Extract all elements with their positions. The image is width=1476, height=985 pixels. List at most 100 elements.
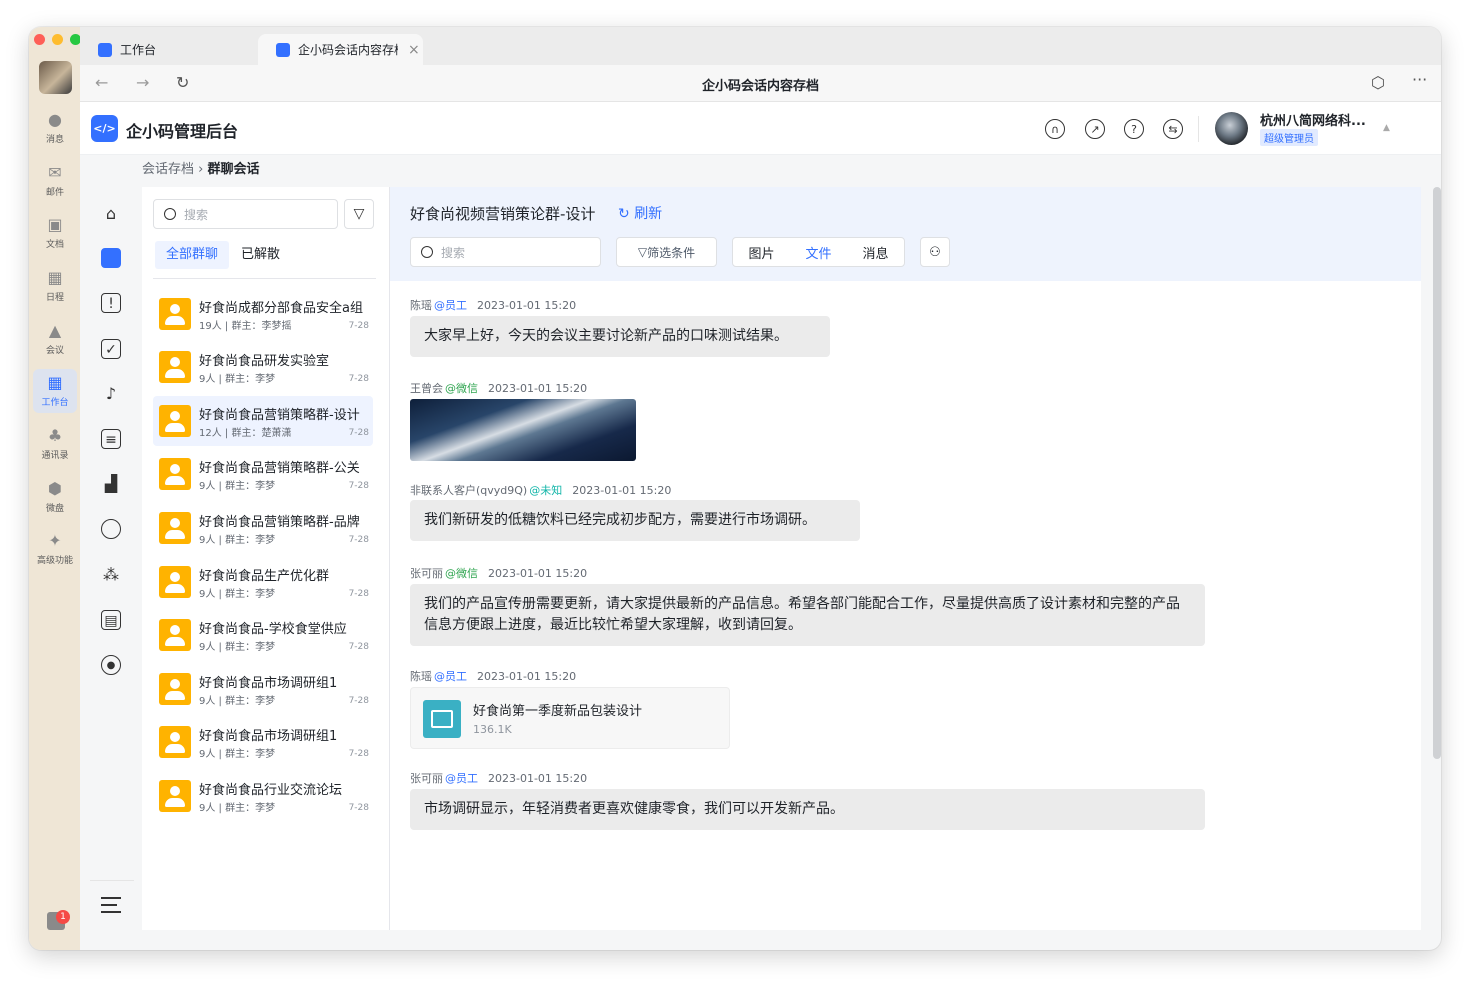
settings-hex-icon[interactable]: ⬡ <box>1371 73 1385 92</box>
rail-divider <box>90 880 134 881</box>
contacts-icon: ♣ <box>47 426 63 445</box>
search-icon <box>421 246 433 258</box>
window-title: 企小码会话内容存档 <box>701 79 819 94</box>
group-list-panel: 搜索 ▽ 全部群聊 已解散 好食尚成都分部食品安全a组 19人 | 群主：李梦摇 7… <box>142 187 390 930</box>
tab-all-groups[interactable]: 全部群聊 <box>155 241 230 269</box>
left-rail: ● 消息 ✉ 邮件 ▣ 文档 ▦ 日程 ▲ 会议 ▦ 工作台 ♣ 通讯录 ⬢ 微盘 ✦ 高级功能 … <box>29 27 81 950</box>
group-avatar-icon <box>159 566 191 598</box>
building-icon[interactable]: ⌂ <box>101 204 121 224</box>
book-icon[interactable]: ! <box>101 293 121 313</box>
file-lock-icon[interactable]: ▤ <box>101 610 121 630</box>
group-avatar-icon <box>159 405 191 437</box>
group-list-item-selected[interactable]: 好食尚食品营销策略群-设计 12人 | 群主：楚萧潇 7-28 <box>153 396 373 446</box>
group-list-item[interactable]: 好食尚食品行业交流论坛 9人 | 群主：李梦 7-28 <box>153 771 373 821</box>
filter-conditions-button[interactable]: ▽ 筛选条件 <box>616 237 717 267</box>
header-divider <box>1198 116 1199 142</box>
nav-item-contacts[interactable]: ♣ 通讯录 <box>33 422 77 466</box>
group-avatar-icon <box>159 351 191 383</box>
group-avatar-icon <box>159 512 191 544</box>
filter-button[interactable]: ▽ <box>344 199 374 229</box>
close-window-button[interactable] <box>34 34 45 45</box>
refresh-icon: ↻ <box>618 206 635 222</box>
group-search-input[interactable]: 搜索 <box>153 199 338 229</box>
star-icon: ✦ <box>48 531 62 550</box>
nav-item-mail[interactable]: ✉ 邮件 <box>33 159 77 203</box>
group-list-item[interactable]: 好食尚成都分部食品安全a组 19人 | 群主：李梦摇 7-28 <box>153 289 373 339</box>
user-role-badge: 超级管理员 <box>1260 129 1318 146</box>
users-icon: ⚇ <box>929 244 941 260</box>
group-avatar-icon <box>159 458 191 490</box>
file-message-card[interactable]: 好食尚第一季度新品包装设计 136.1K <box>410 687 730 749</box>
funnel-icon: ▽ <box>353 206 365 222</box>
group-list-item[interactable]: 好食尚食品市场调研组1 9人 | 群主：李梦 7-28 <box>153 664 373 714</box>
chat-panel: 好食尚视频营销策论群-设计 ↻ 刷新 搜索 ▽ 筛选条件 图片 文件 消息 ⚇ … <box>390 187 1421 930</box>
breadcrumb: 会话存档 › 群聊会话 <box>142 155 260 185</box>
group-list-item[interactable]: 好食尚食品营销策略群-品牌 9人 | 群主：李梦 7-28 <box>153 503 373 553</box>
group-list-item[interactable]: 好食尚食品-学校食堂供应 9人 | 群主：李梦 7-28 <box>153 610 373 660</box>
funnel-icon: ▽ <box>637 245 648 259</box>
app-icon <box>276 42 290 57</box>
image-message[interactable] <box>410 399 636 461</box>
members-button[interactable]: ⚇ <box>920 237 950 267</box>
segment-messages[interactable]: 消息 <box>862 243 888 262</box>
chat-bubble-icon[interactable] <box>101 519 121 539</box>
more-icon[interactable]: ··· <box>1412 70 1427 89</box>
switch-icon[interactable]: ⇆ <box>1163 119 1183 139</box>
minimize-window-button[interactable] <box>52 34 63 45</box>
app-header: </> 企小码管理后台 ∩ ↗ ? ⇆ 杭州八简网络科... 超级管理员 ▲ <box>80 102 1441 155</box>
list-divider <box>153 278 376 279</box>
message-meta: 王曾会 @微信 2023-01-01 15:20 <box>410 382 588 395</box>
collapse-menu-icon[interactable] <box>101 897 121 913</box>
message-bubble: 市场调研显示，年轻消费者更喜欢健康零食，我们可以开发新产品。 <box>410 789 1205 830</box>
stats-icon[interactable]: ▟ <box>101 474 121 494</box>
tab-dissolved[interactable]: 已解散 <box>230 241 291 269</box>
nav-item-docs[interactable]: ▣ 文档 <box>33 211 77 255</box>
nav-item-calendar[interactable]: ▦ 日程 <box>33 264 77 308</box>
message-meta: 陈瑶 @员工 2023-01-01 15:20 <box>410 299 577 312</box>
notification-badge: 1 <box>56 910 70 924</box>
segment-images[interactable]: 图片 <box>748 243 774 262</box>
nav-item-workbench[interactable]: ▦ 工作台 <box>33 369 77 413</box>
user-name: 杭州八简网络科... <box>1260 114 1366 129</box>
grid-icon: ▦ <box>47 373 63 392</box>
tab-archive[interactable]: 企小码会话内容存档 × <box>258 34 423 65</box>
breadcrumb-root[interactable]: 会话存档 <box>142 162 194 177</box>
user-avatar[interactable] <box>1215 112 1248 145</box>
tab-workbench[interactable]: 工作台 <box>80 34 258 65</box>
nav-item-drive[interactable]: ⬢ 微盘 <box>33 475 77 519</box>
shield-check-icon[interactable]: ✓ <box>101 339 121 359</box>
report-icon[interactable]: ≡ <box>101 429 121 449</box>
group-avatar-icon <box>159 726 191 758</box>
org-tree-icon[interactable]: ⁂ <box>101 565 121 585</box>
app-window: ● 消息 ✉ 邮件 ▣ 文档 ▦ 日程 ▲ 会议 ▦ 工作台 ♣ 通讯录 ⬢ 微盘 ✦ 高级功能 … <box>29 27 1441 950</box>
meeting-icon: ▲ <box>48 321 62 340</box>
doc-icon: ▣ <box>47 215 63 234</box>
compass-icon[interactable]: ↗ <box>1085 119 1105 139</box>
segment-files[interactable]: 文件 <box>805 243 831 262</box>
chat-scrollbar[interactable] <box>1433 187 1441 759</box>
group-list-item[interactable]: 好食尚食品市场调研组1 9人 | 群主：李梦 7-28 <box>153 717 373 767</box>
nav-item-advanced[interactable]: ✦ 高级功能 <box>33 527 77 571</box>
chat-search-input[interactable]: 搜索 <box>410 237 601 267</box>
folder-icon[interactable] <box>101 248 121 268</box>
settings-icon[interactable]: ● <box>101 655 121 675</box>
close-tab-icon[interactable]: × <box>408 42 420 58</box>
type-segment-control: 图片 文件 消息 <box>732 237 905 267</box>
help-icon[interactable]: ? <box>1124 119 1144 139</box>
group-list-item[interactable]: 好食尚食品营销策略群-公关 9人 | 群主：李梦 7-28 <box>153 449 373 499</box>
message-bubble: 我们的产品宣传册需要更新，请大家提供最新的产品信息。希望各部门能配合工作，尽量提… <box>410 584 1205 646</box>
nav-item-meeting[interactable]: ▲ 会议 <box>33 317 77 361</box>
nav-item-messages[interactable]: ● 消息 <box>33 106 77 150</box>
chevron-up-icon[interactable]: ▲ <box>1383 123 1390 133</box>
message-meta: 陈瑶 @员工 2023-01-01 15:20 <box>410 670 577 683</box>
chevron-right-icon: › <box>198 162 208 177</box>
group-list-item[interactable]: 好食尚食品研发实验室 9人 | 群主：李梦 7-28 <box>153 342 373 392</box>
message-meta: 张可丽 @员工 2023-01-01 15:20 <box>410 772 588 785</box>
chat-header: 好食尚视频营销策论群-设计 ↻ 刷新 搜索 ▽ 筛选条件 图片 文件 消息 ⚇ <box>390 187 1421 281</box>
group-list-item[interactable]: 好食尚食品生产优化群 9人 | 群主：李梦 7-28 <box>153 557 373 607</box>
bell-icon[interactable]: ♪ <box>101 384 121 404</box>
profile-avatar[interactable] <box>39 61 72 94</box>
chat-title: 好食尚视频营销策论群-设计 <box>410 205 596 223</box>
refresh-button[interactable]: ↻ 刷新 <box>618 203 662 223</box>
headset-icon[interactable]: ∩ <box>1045 119 1065 139</box>
